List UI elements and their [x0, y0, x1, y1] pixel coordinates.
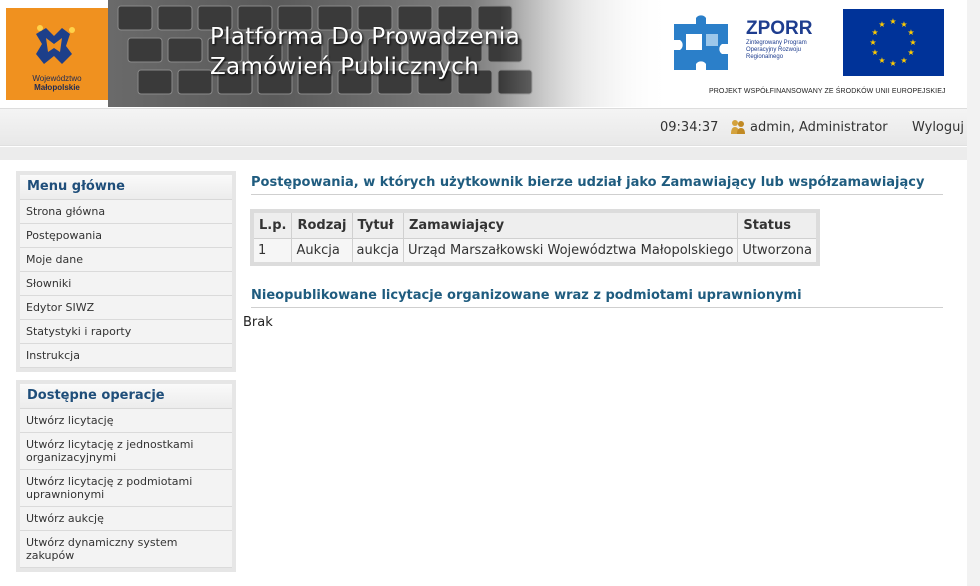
- svg-text:★: ★: [871, 48, 878, 57]
- eu-cofinancing-caption: PROJEKT WSPÓŁFINANSOWANY ZE ŚRODKÓW UNII…: [709, 88, 946, 95]
- section-title-unpublished-bids: Nieopublikowane licytacje organizowane w…: [251, 288, 943, 308]
- cell-status: Utworzona: [737, 238, 816, 262]
- platform-title-line-1: Platforma Do Prowadzenia: [210, 24, 520, 50]
- svg-text:★: ★: [909, 38, 916, 47]
- cell-contracting-authority: Urząd Marszałkowski Województwa Małopols…: [403, 238, 739, 262]
- col-header-contracting-authority[interactable]: Zamawiający: [403, 213, 739, 239]
- zporr-logo: ZPORR Zintegrowany Program Operacyjny Ro…: [672, 14, 832, 76]
- operations-title: Dostępne operacje: [20, 384, 232, 409]
- op-create-bid-with-entities[interactable]: Utwórz licytację z podmiotami uprawniony…: [20, 470, 232, 507]
- platform-title-line-2: Zamówień Publicznych: [210, 54, 480, 80]
- op-create-auction[interactable]: Utwórz aukcję: [20, 507, 232, 531]
- empty-state-text: Brak: [243, 315, 273, 330]
- logo-line-1: Województwo: [32, 74, 82, 83]
- section-title-proceedings: Postępowania, w których użytkownik bierz…: [251, 175, 943, 195]
- table-row[interactable]: 1 Aukcja aukcja Urząd Marszałkowski Woje…: [254, 238, 816, 262]
- col-header-status[interactable]: Status: [737, 213, 816, 239]
- menu-item-siwz-editor[interactable]: Edytor SIWZ: [20, 296, 232, 320]
- svg-text:★: ★: [889, 17, 896, 26]
- menu-item-my-data[interactable]: Moje dane: [20, 248, 232, 272]
- puzzle-icon: [674, 15, 728, 70]
- eu-flag-icon: ★ ★ ★ ★ ★ ★ ★ ★ ★ ★ ★ ★: [843, 9, 944, 76]
- proceedings-table-wrapper: L.p. Rodzaj Tytuł Zamawiający Status 1 A…: [250, 209, 820, 266]
- status-bar: 09:34:37 admin, Administrator Wyloguj: [0, 108, 967, 146]
- op-create-dynamic-system[interactable]: Utwórz dynamiczny system zakupów: [20, 531, 232, 568]
- svg-text:★: ★: [907, 48, 914, 57]
- svg-text:★: ★: [907, 28, 914, 37]
- platform-title: Platforma Do Prowadzenia Zamówień Public…: [210, 22, 520, 82]
- menu-item-home[interactable]: Strona główna: [20, 200, 232, 224]
- logged-in-user[interactable]: admin, Administrator: [750, 120, 888, 135]
- svg-text:★: ★: [900, 56, 907, 65]
- users-icon: [731, 120, 745, 134]
- table-header-row: L.p. Rodzaj Tytuł Zamawiający Status: [254, 213, 816, 239]
- menu-item-manual[interactable]: Instrukcja: [20, 344, 232, 368]
- svg-text:★: ★: [869, 38, 876, 47]
- logout-link[interactable]: Wyloguj: [912, 120, 964, 135]
- menu-item-proceedings[interactable]: Postępowania: [20, 224, 232, 248]
- malopolska-logo: Województwo Małopolskie: [6, 8, 108, 100]
- main-menu-title: Menu główne: [20, 175, 232, 200]
- zporr-subtitle: Zintegrowany Program Operacyjny Rozwoju …: [746, 40, 807, 60]
- col-header-title[interactable]: Tytuł: [352, 213, 404, 239]
- clock: 09:34:37: [660, 120, 719, 135]
- header-banner: Województwo Małopolskie Platforma Do Pro…: [0, 0, 967, 107]
- page-right-margin: [967, 0, 980, 586]
- svg-text:★: ★: [889, 59, 896, 68]
- col-header-type[interactable]: Rodzaj: [291, 213, 353, 239]
- svg-text:★: ★: [878, 20, 885, 29]
- cell-lp: 1: [254, 238, 293, 262]
- cell-title[interactable]: aukcja: [352, 238, 404, 262]
- op-create-bid-with-units[interactable]: Utwórz licytację z jednostkami organizac…: [20, 433, 232, 470]
- menu-item-statistics[interactable]: Statystyki i raporty: [20, 320, 232, 344]
- col-header-lp[interactable]: L.p.: [254, 213, 293, 239]
- svg-text:★: ★: [878, 56, 885, 65]
- zporr-name: ZPORR: [746, 18, 813, 39]
- operations-panel: Dostępne operacje Utwórz licytację Utwór…: [16, 380, 236, 572]
- logo-line-2: Małopolskie: [34, 83, 80, 92]
- menu-item-dictionaries[interactable]: Słowniki: [20, 272, 232, 296]
- malopolska-emblem-icon: [36, 25, 75, 64]
- op-create-auction-bid[interactable]: Utwórz licytację: [20, 409, 232, 433]
- proceedings-table: L.p. Rodzaj Tytuł Zamawiający Status 1 A…: [254, 213, 816, 262]
- header-separator: [0, 147, 967, 160]
- main-menu-panel: Menu główne Strona główna Postępowania M…: [16, 171, 236, 372]
- svg-text:★: ★: [871, 28, 878, 37]
- cell-type: Aukcja: [291, 238, 353, 262]
